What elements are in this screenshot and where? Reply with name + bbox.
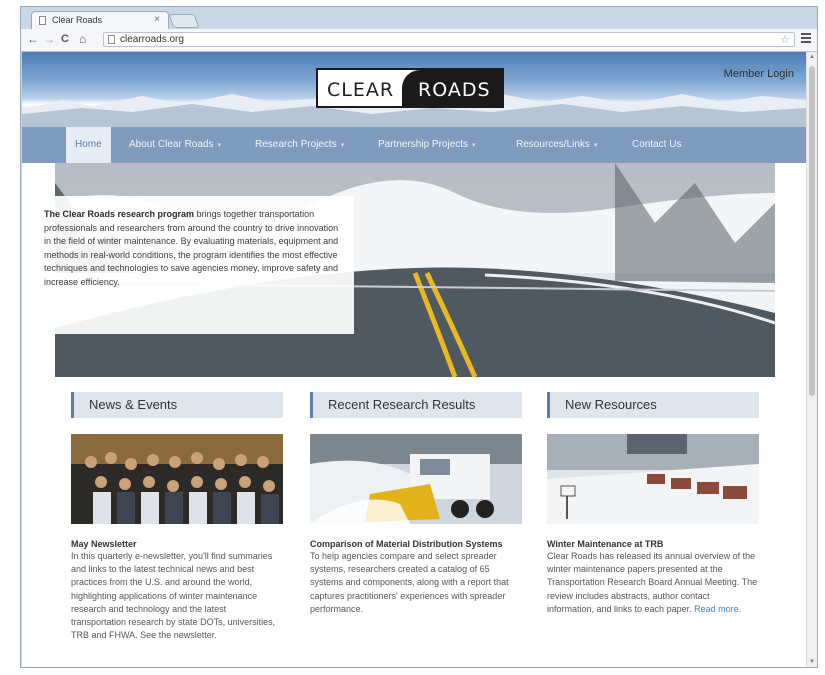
snowplow-photo[interactable]	[310, 434, 522, 524]
bookmark-star-icon[interactable]: ☆	[780, 33, 790, 46]
clear-roads-logo[interactable]: CLEAR ROADS	[316, 68, 504, 108]
group-photo[interactable]	[71, 434, 283, 524]
nav-label: Resources/Links	[516, 139, 590, 150]
logo-text-roads: ROADS	[402, 70, 502, 106]
nav-label: Home	[75, 139, 102, 150]
news-title[interactable]: May Newsletter	[71, 538, 283, 550]
read-more-link[interactable]: Read more.	[694, 604, 741, 614]
logo-text-clear: CLEAR	[327, 79, 395, 101]
trucks-photo[interactable]	[547, 434, 759, 524]
tab-bar: Clear Roads ×	[21, 7, 817, 29]
section-heading: Recent Research Results	[310, 392, 522, 418]
home-icon[interactable]: ⌂	[79, 32, 86, 46]
chevron-down-icon: ▾	[472, 142, 476, 149]
menu-icon[interactable]	[801, 33, 811, 43]
resources-text: Clear Roads has released its annual over…	[547, 550, 759, 616]
hero-caption: The Clear Roads research program brings …	[32, 196, 354, 334]
nav-item-partnership-projects[interactable]: Partnership Projects ▾	[378, 127, 476, 163]
new-tab-button[interactable]	[168, 14, 200, 28]
nav-item-research-projects[interactable]: Research Projects ▾	[255, 127, 344, 163]
tab-title: Clear Roads	[52, 15, 103, 25]
scroll-up-icon[interactable]: ▲	[809, 54, 815, 60]
hero-lead: The Clear Roads research program	[44, 209, 195, 219]
scroll-down-icon[interactable]: ▼	[809, 659, 815, 665]
chevron-down-icon: ▾	[217, 142, 222, 149]
section-heading: News & Events	[71, 392, 283, 418]
section-heading: New Resources	[547, 392, 759, 418]
browser-toolbar: ← → C ⌂ clearroads.org ☆	[21, 29, 817, 52]
back-icon[interactable]: ←	[27, 32, 39, 46]
nav-item-about[interactable]: About Clear Roads ▾	[129, 127, 221, 163]
nav-item-resources[interactable]: Resources/Links ▾	[516, 127, 597, 163]
nav-item-contact[interactable]: Contact Us	[632, 127, 681, 163]
member-login-link[interactable]: Member Login	[724, 68, 794, 80]
page-icon	[39, 16, 46, 25]
news-events-column: News & Events May Newsletter In this qua…	[71, 392, 283, 642]
main-nav: Home About Clear Roads ▾ Research Project…	[22, 127, 806, 163]
nav-item-home[interactable]: Home	[66, 127, 111, 163]
page-viewport: CLEAR ROADS Member Login Home About Clea…	[22, 52, 806, 667]
research-title[interactable]: Comparison of Material Distribution Syst…	[310, 538, 522, 550]
chevron-down-icon: ▾	[340, 142, 345, 149]
url-text: clearroads.org	[120, 34, 184, 45]
hero-body: brings together transportation professio…	[44, 209, 339, 287]
new-resources-column: New Resources Winter Maintenance at TRB …	[547, 392, 759, 616]
nav-label: Contact Us	[632, 139, 682, 150]
reload-icon[interactable]: C	[61, 32, 69, 46]
site-header: CLEAR ROADS Member Login	[22, 52, 806, 127]
chevron-down-icon: ▾	[593, 142, 598, 149]
news-text: In this quarterly e-newsletter, you'll f…	[71, 551, 276, 641]
scroll-thumb[interactable]	[809, 66, 815, 396]
nav-label: About Clear Roads	[129, 139, 214, 150]
resources-title[interactable]: Winter Maintenance at TRB	[547, 538, 759, 550]
page-icon	[108, 35, 115, 44]
browser-window: Clear Roads × ← → C ⌂ clearroads.org ☆ C…	[20, 6, 818, 668]
nav-label: Research Projects	[255, 139, 337, 150]
nav-label: Partnership Projects	[378, 139, 469, 150]
close-icon[interactable]: ×	[154, 14, 160, 25]
address-bar[interactable]: clearroads.org ☆	[103, 32, 795, 47]
vertical-scrollbar[interactable]: ▲ ▼	[806, 52, 817, 667]
recent-research-column: Recent Research Results Comparison of Ma…	[310, 392, 522, 616]
research-text: To help agencies compare and select spre…	[310, 551, 509, 614]
forward-icon[interactable]: →	[43, 32, 55, 46]
browser-tab[interactable]: Clear Roads ×	[31, 11, 169, 29]
